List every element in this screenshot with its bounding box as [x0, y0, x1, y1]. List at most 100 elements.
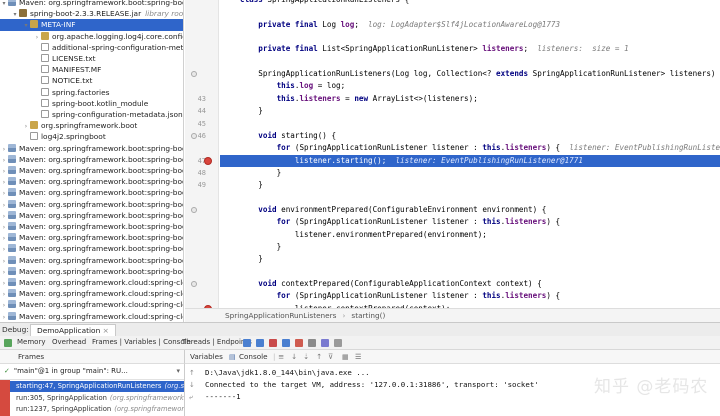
code-line[interactable]: [220, 118, 720, 130]
list-icon[interactable]: ☰: [355, 350, 361, 363]
close-icon[interactable]: ×: [103, 326, 109, 335]
up-icon[interactable]: ↑: [189, 369, 197, 377]
tree-item[interactable]: › Maven: org.springframework.boot:spring-…: [0, 243, 184, 255]
tree-item[interactable]: spring.factories: [0, 87, 183, 99]
code-editor[interactable]: class SpringApplicationRunListeners { pr…: [220, 0, 720, 308]
step-out-icon[interactable]: [282, 339, 290, 347]
force-step-into-icon[interactable]: [269, 339, 277, 347]
code-line[interactable]: }: [220, 253, 720, 265]
run-to-cursor-icon[interactable]: [308, 339, 316, 347]
tree-item-label: Maven: org.springframework.boot:spring-b…: [19, 244, 184, 254]
tree-item[interactable]: › Maven: org.springframework.boot:spring-…: [0, 143, 183, 155]
down-icon[interactable]: ↓: [189, 381, 197, 389]
chevron-down-icon[interactable]: ▾: [176, 364, 180, 379]
tree-item[interactable]: › Maven: org.springframework.boot:spring-…: [0, 221, 183, 233]
code-line[interactable]: for (SpringApplicationRunListener listen…: [220, 290, 720, 302]
code-line[interactable]: void environmentPrepared(ConfigurableEnv…: [220, 204, 720, 216]
code-line[interactable]: void starting() {: [220, 130, 720, 142]
code-line[interactable]: listener.environmentPrepared(environment…: [220, 229, 720, 241]
tree-item[interactable]: › Maven: org.springframework.boot:spring-…: [0, 176, 183, 188]
code-line[interactable]: private final List<SpringApplicationRunL…: [220, 43, 720, 55]
tree-item[interactable]: › Maven: org.springframework.cloud:spring…: [0, 288, 183, 300]
thread-selector[interactable]: ✓ "main"@1 in group "main": RU... ▾: [0, 364, 184, 380]
debug-session-tab[interactable]: DemoApplication ×: [30, 324, 116, 336]
tree-item[interactable]: › Maven: org.springframework.boot:spring-…: [0, 255, 183, 267]
up-arrow-icon[interactable]: ≡: [278, 350, 284, 363]
tree-item[interactable]: NOTICE.txt: [0, 75, 183, 87]
tab-overhead[interactable]: Overhead: [52, 336, 86, 349]
tree-item[interactable]: ▾ spring-boot-2.3.3.RELEASE.jar library ro…: [0, 8, 183, 20]
tree-item[interactable]: › Maven: org.springframework.boot:spring-…: [0, 199, 183, 211]
scroll-down-icon[interactable]: ↓: [291, 350, 297, 363]
wrap-icon[interactable]: ⤶: [189, 393, 197, 401]
tree-item[interactable]: › Maven: org.springframework.boot:spring-…: [0, 154, 183, 166]
step-into-icon[interactable]: [256, 339, 264, 347]
step-over-icon[interactable]: [243, 339, 251, 347]
tab-frames-variables-console[interactable]: Frames | Variables | Console: [92, 336, 191, 349]
breadcrumb-method[interactable]: starting(): [351, 311, 385, 320]
tree-item[interactable]: › Maven: org.springframework.cloud:spring…: [0, 299, 183, 311]
code-line[interactable]: }: [220, 167, 720, 179]
stack-frame[interactable]: run:305, SpringApplication (org.springfra…: [0, 393, 184, 404]
code-line[interactable]: SpringApplicationRunListeners(Log log, C…: [220, 68, 720, 80]
code-line[interactable]: }: [220, 241, 720, 253]
tab-memory[interactable]: Memory: [17, 336, 45, 349]
stack-frame[interactable]: starting:47, SpringApplicationRunListene…: [0, 381, 184, 392]
code-line[interactable]: [220, 56, 720, 68]
tree-item-label: Maven: org.springframework.cloud:spring-…: [19, 311, 184, 321]
table-icon[interactable]: ▦: [342, 350, 349, 363]
tab-variables[interactable]: Variables: [190, 350, 223, 363]
code-line[interactable]: void contextPrepared(ConfigurableApplica…: [220, 278, 720, 290]
stack-frame[interactable]: run:1237, SpringApplication (org.springfr…: [0, 404, 184, 415]
code-line[interactable]: [220, 192, 720, 204]
tree-item[interactable]: spring-configuration-metadata.json: [0, 109, 183, 121]
tab-threads-endpoints[interactable]: Threads | Endpoints: [182, 336, 252, 349]
fold-marker-icon[interactable]: [191, 206, 197, 213]
tree-item-label: NOTICE.txt: [52, 76, 93, 86]
tree-item[interactable]: spring-boot.kotlin_module: [0, 98, 183, 110]
breadcrumb-class[interactable]: SpringApplicationRunListeners: [225, 311, 336, 320]
tree-item[interactable]: MANIFEST.MF: [0, 64, 183, 76]
tree-item[interactable]: ›org.apache.logging.log4j.core.config.pl…: [0, 31, 183, 43]
tree-item[interactable]: › Maven: org.springframework.boot:spring-…: [0, 232, 183, 244]
tree-item[interactable]: › org.springframework.boot: [0, 120, 183, 132]
fold-marker-icon[interactable]: [191, 132, 197, 139]
drop-frame-icon[interactable]: [295, 339, 303, 347]
code-line[interactable]: [220, 6, 720, 18]
tree-item-label: Maven: org.springframework.boot:spring-b…: [19, 188, 184, 198]
tree-item[interactable]: › Maven: org.springframework.boot:spring-…: [0, 165, 183, 177]
code-line[interactable]: [220, 31, 720, 43]
tree-item[interactable]: › Maven: org.springframework.cloud:spring…: [0, 311, 184, 322]
tab-console[interactable]: Console: [239, 350, 268, 363]
tree-item[interactable]: LICENSE.txt: [0, 53, 183, 65]
tree-item[interactable]: additional-spring-configuration-metada: [0, 42, 183, 54]
code-line[interactable]: this.listeners = new ArrayList<>(listene…: [220, 93, 720, 105]
tree-item[interactable]: ▾ META-INF: [0, 19, 183, 32]
scroll-end-icon[interactable]: ⇣: [303, 350, 309, 363]
code-line[interactable]: this.log = log;: [220, 80, 720, 92]
code-line[interactable]: class SpringApplicationRunListeners {: [220, 0, 720, 6]
tree-item[interactable]: › Maven: org.springframework.cloud:spring…: [0, 277, 183, 289]
lib-icon: [8, 222, 16, 230]
tree-item[interactable]: › Maven: org.springframework.boot:spring-…: [0, 266, 183, 278]
tree-item[interactable]: › Maven: org.springframework.boot:spring-…: [0, 210, 183, 222]
code-line[interactable]: [220, 266, 720, 278]
evaluate-icon[interactable]: [321, 339, 329, 347]
expand-arrow-icon[interactable]: ›: [0, 312, 8, 322]
fold-marker-icon[interactable]: [191, 281, 197, 288]
code-line[interactable]: for (SpringApplicationRunListener listen…: [220, 216, 720, 228]
code-line[interactable]: for (SpringApplicationRunListener listen…: [220, 142, 720, 154]
fold-marker-icon[interactable]: [191, 71, 197, 78]
tree-item[interactable]: › Maven: org.springframework.boot:spring-…: [0, 187, 184, 199]
code-line[interactable]: }: [220, 105, 720, 117]
rerun-icon[interactable]: [4, 339, 12, 347]
code-line[interactable]: private final Log log; log: LogAdapter$S…: [220, 19, 720, 31]
code-line[interactable]: }: [220, 179, 720, 191]
settings-icon[interactable]: [334, 339, 342, 347]
filter-icon[interactable]: ⊽: [328, 350, 333, 363]
current-execution-line[interactable]: listener.starting(); listener: EventPubl…: [220, 154, 720, 167]
scroll-up-icon[interactable]: ↑: [316, 350, 322, 363]
watermark: 知乎 @老码农: [594, 377, 709, 397]
breakpoint-icon[interactable]: [204, 156, 212, 165]
tree-item[interactable]: log4j2.springboot: [0, 131, 183, 143]
